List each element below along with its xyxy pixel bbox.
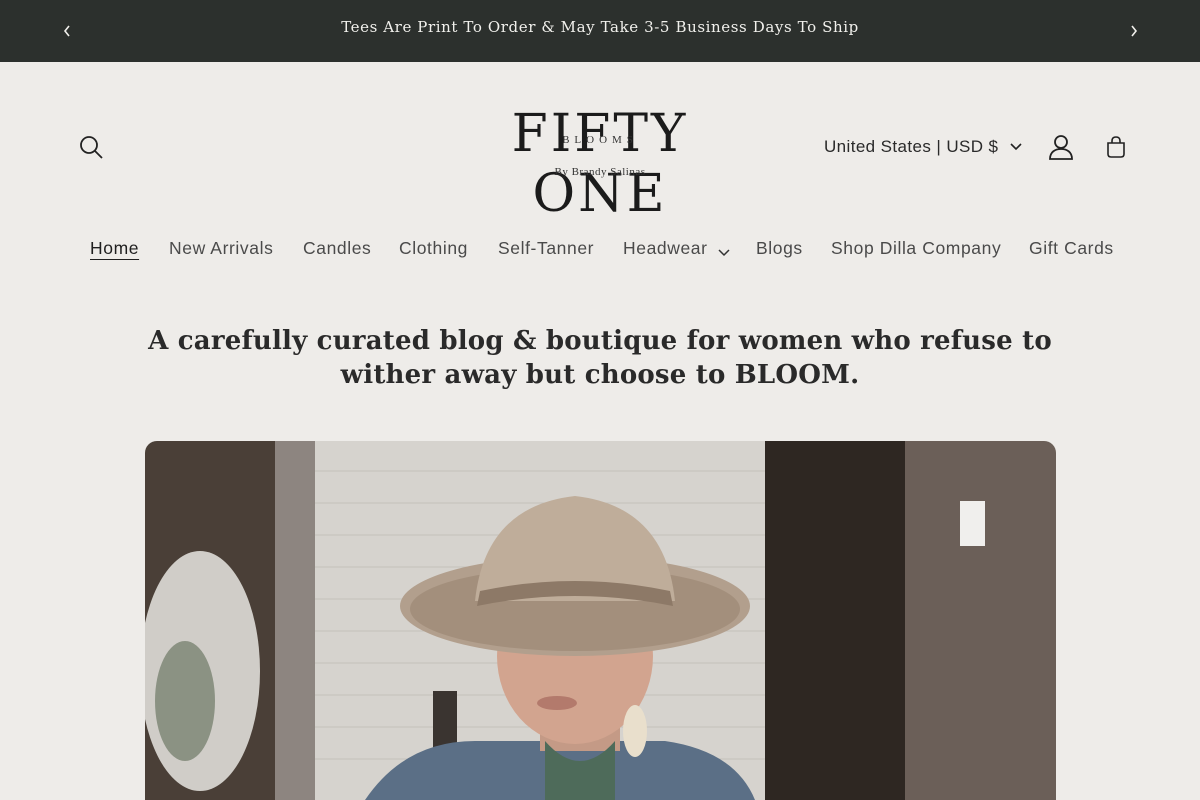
- account-button[interactable]: [1042, 128, 1080, 166]
- chevron-right-icon: [1131, 25, 1138, 37]
- nav-item-shop-dilla-company[interactable]: Shop Dilla Company: [831, 238, 1001, 259]
- logo-subword: BLOOMS: [562, 134, 638, 146]
- logo-byline: By Brandy Salinas: [554, 166, 646, 178]
- nav-item-clothing[interactable]: Clothing: [399, 238, 468, 259]
- nav-item-home[interactable]: Home: [90, 238, 139, 259]
- country-selector[interactable]: United States | USD $: [824, 136, 1022, 158]
- main-nav: Home New Arrivals Candles Clothing Self-…: [0, 238, 1200, 266]
- cart-icon: [1107, 136, 1125, 158]
- nav-item-gift-cards[interactable]: Gift Cards: [1029, 238, 1114, 259]
- nav-item-new-arrivals[interactable]: New Arrivals: [169, 238, 273, 259]
- nav-item-blogs[interactable]: Blogs: [756, 238, 803, 259]
- hero-tagline: A carefully curated blog & boutique for …: [148, 326, 1052, 390]
- nav-item-candles[interactable]: Candles: [303, 238, 371, 259]
- hero-image: [145, 441, 1056, 800]
- country-selector-label: United States | USD $: [824, 137, 999, 156]
- account-icon: [1049, 135, 1073, 160]
- announcement-message: Tees Are Print To Order & May Take 3-5 B…: [341, 18, 859, 36]
- search-icon: [80, 136, 103, 159]
- cart-button[interactable]: [1097, 128, 1135, 166]
- logo-wordmark: FIFTY ONE: [511, 104, 689, 224]
- announcement-bar: Tees Are Print To Order & May Take 3-5 B…: [0, 0, 1200, 62]
- search-button[interactable]: [72, 128, 110, 166]
- chevron-down-icon: [1010, 143, 1022, 151]
- nav-item-headwear[interactable]: Headwear: [623, 238, 708, 259]
- chevron-down-icon: [718, 244, 730, 262]
- announcement-next-button[interactable]: [1123, 20, 1145, 42]
- site-logo[interactable]: FIFTY ONE BLOOMS By Brandy Salinas: [440, 100, 760, 224]
- nav-item-self-tanner[interactable]: Self-Tanner: [498, 238, 594, 259]
